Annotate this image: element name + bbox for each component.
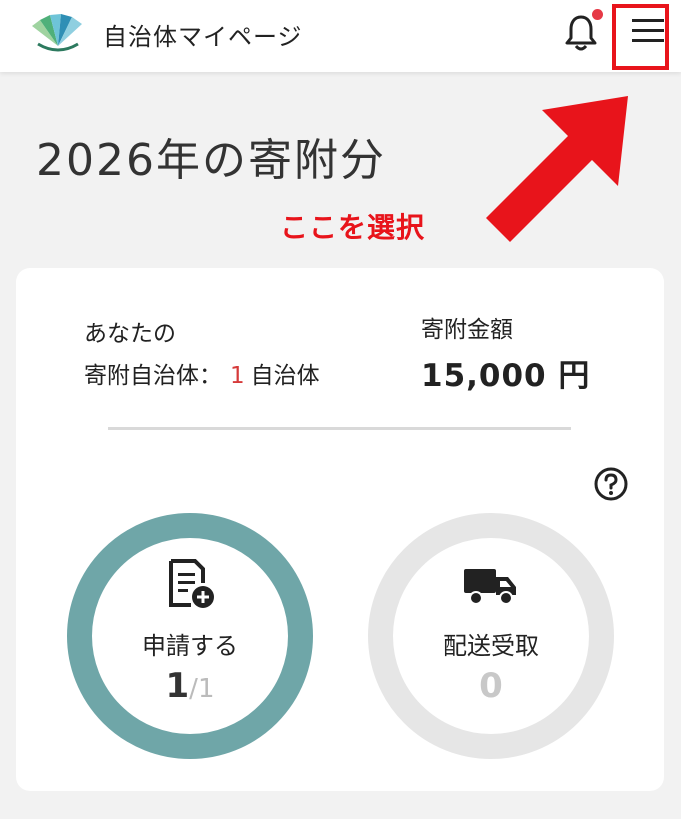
apply-count-value: 1 — [165, 666, 190, 706]
pointer-arrow-icon — [486, 96, 628, 242]
donation-amount-value: 15,000 円 — [421, 358, 591, 394]
donation-amount-label: 寄附金額 — [421, 317, 513, 343]
truck-icon — [464, 569, 516, 605]
delivery-label: 配送受取 — [443, 632, 539, 660]
municipality-unit: 自治体 — [250, 363, 320, 389]
help-icon[interactable] — [593, 466, 629, 502]
apply-progress-ring[interactable]: 申請する 1/1 — [67, 513, 313, 759]
apply-label: 申請する — [142, 632, 238, 660]
delivery-count: 0 — [479, 666, 503, 706]
municipality-count: 1 — [230, 363, 245, 389]
page-title: 2026年の寄附分 — [36, 135, 386, 186]
municipality-count-row: 寄附自治体： 1 自治体 — [84, 356, 320, 390]
apply-count-slash: / — [189, 674, 198, 704]
app-header: 自治体マイページ — [0, 0, 681, 72]
apply-count-total: 1 — [197, 674, 215, 704]
app-title: 自治体マイページ — [103, 23, 303, 51]
delivery-progress-ring[interactable]: 配送受取 0 — [368, 513, 614, 759]
callout-text: ここを選択 — [280, 211, 426, 244]
menu-highlight-box — [612, 4, 669, 70]
form-add-icon — [169, 559, 214, 608]
fan-logo-icon — [32, 14, 82, 52]
municipality-label: 寄附自治体： — [84, 363, 222, 389]
your-label: あなたの — [84, 321, 176, 347]
divider — [108, 427, 571, 430]
notification-badge — [592, 9, 603, 20]
apply-count: 1/1 — [92, 666, 288, 706]
